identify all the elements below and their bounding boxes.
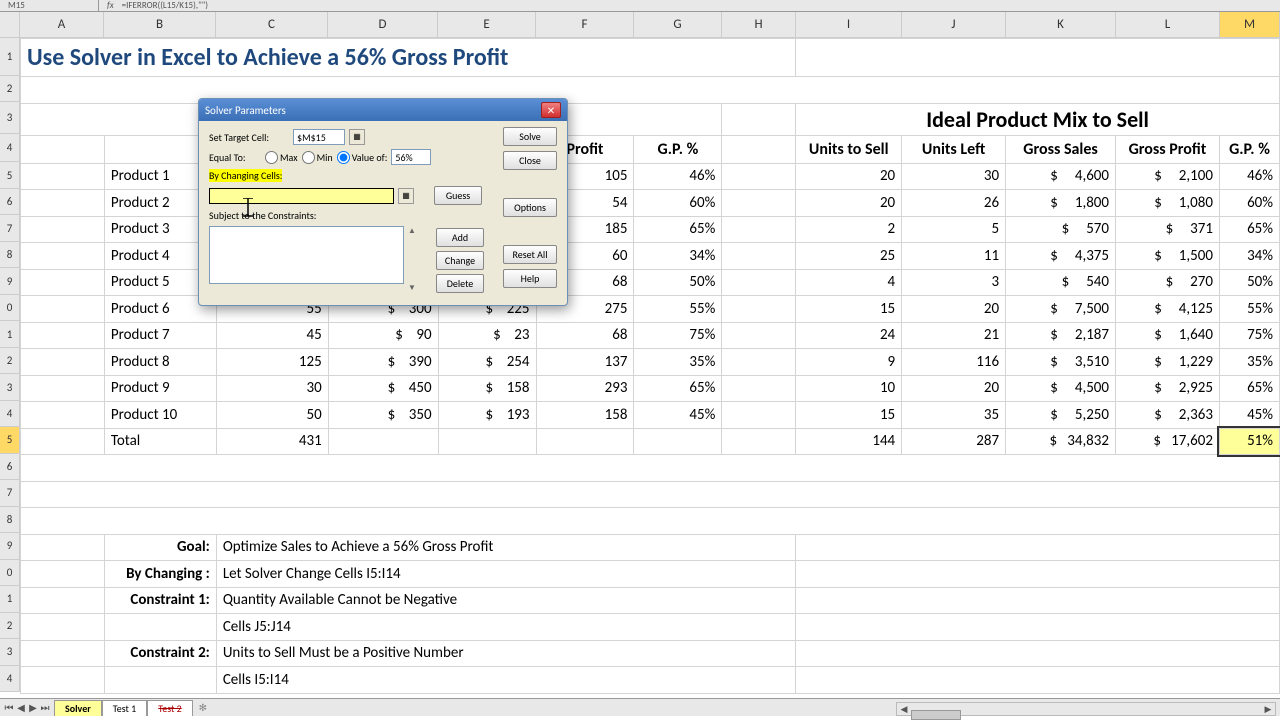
radio-value-of[interactable]: Value of: bbox=[337, 151, 388, 164]
row-14[interactable]: 4 bbox=[0, 401, 20, 427]
formula-text[interactable]: =IFERROR((L15/K15),"") bbox=[122, 0, 208, 11]
value-of-input[interactable] bbox=[391, 149, 431, 165]
by-changing-input[interactable] bbox=[209, 188, 394, 204]
scroll-left-icon[interactable]: ◀ bbox=[897, 704, 911, 715]
delete-button[interactable]: Delete bbox=[436, 274, 484, 293]
row-15[interactable]: 5 bbox=[0, 427, 20, 453]
row-6[interactable]: 6 bbox=[0, 189, 20, 215]
close-icon[interactable]: ✕ bbox=[541, 102, 561, 118]
col-D[interactable]: D bbox=[328, 12, 438, 38]
by-changing-label: By Changing Cells: bbox=[209, 169, 282, 182]
row-7[interactable]: 7 bbox=[0, 215, 20, 241]
change-button[interactable]: Change bbox=[436, 251, 484, 270]
row-21[interactable]: 1 bbox=[0, 586, 20, 612]
total-row: Total 431 144 287 $ 34,832 $ 17,602 51% bbox=[21, 428, 1280, 455]
name-box[interactable]: M15 bbox=[4, 0, 99, 11]
row-19[interactable]: 9 bbox=[0, 533, 20, 559]
ref-picker-icon-2[interactable]: ▦ bbox=[398, 188, 414, 204]
row-9[interactable]: 9 bbox=[0, 268, 20, 294]
row-12[interactable]: 2 bbox=[0, 348, 20, 374]
row-headers: 1 2 3 4 5 6 7 8 9 0 1 2 3 4 5 6 7 8 9 0 … bbox=[0, 38, 20, 692]
active-cell[interactable]: 51% bbox=[1219, 428, 1279, 455]
row-22[interactable]: 2 bbox=[0, 613, 20, 639]
tab-solver[interactable]: Solver bbox=[54, 700, 102, 716]
col-B[interactable]: B bbox=[104, 12, 216, 38]
col-F[interactable]: F bbox=[536, 12, 634, 38]
hdr-units-sell: Units to Sell bbox=[796, 135, 902, 163]
options-button[interactable]: Options bbox=[503, 198, 557, 217]
subject-label: Subject to the Constraints: bbox=[209, 209, 316, 222]
table-row: Product 9 30 $ 450 $ 158 293 65% 10 20 $… bbox=[21, 375, 1280, 402]
row-4[interactable]: 4 bbox=[0, 134, 20, 162]
table-row: Product 7 45 $ 90 $ 23 68 75% 24 21 $ 2,… bbox=[21, 322, 1280, 349]
col-J[interactable]: J bbox=[902, 12, 1006, 38]
col-A[interactable]: A bbox=[20, 12, 104, 38]
ideal-header: Ideal Product Mix to Sell bbox=[796, 103, 1280, 135]
row-10[interactable]: 0 bbox=[0, 295, 20, 321]
row-1[interactable]: 1 bbox=[0, 38, 20, 76]
radio-max[interactable]: Max bbox=[265, 151, 298, 164]
equal-to-label: Equal To: bbox=[209, 151, 261, 164]
dialog-title: Solver Parameters bbox=[205, 104, 286, 117]
row-16[interactable]: 6 bbox=[0, 454, 20, 480]
fx-icon[interactable]: fx bbox=[99, 0, 122, 11]
help-button[interactable]: Help bbox=[503, 269, 557, 288]
solver-dialog[interactable]: Solver Parameters ✕ Solve Close Options … bbox=[198, 98, 568, 306]
row-3[interactable]: 3 bbox=[0, 102, 20, 134]
row-18[interactable]: 8 bbox=[0, 507, 20, 533]
tab-nav[interactable]: ⏮◀▶⏭ bbox=[0, 701, 54, 714]
tab-test2[interactable]: Test 2 bbox=[147, 700, 192, 716]
row-11[interactable]: 1 bbox=[0, 321, 20, 347]
solve-button[interactable]: Solve bbox=[503, 127, 557, 146]
horizontal-scrollbar[interactable]: ◀ ▶ bbox=[896, 702, 1276, 716]
col-E[interactable]: E bbox=[438, 12, 536, 38]
row-24[interactable]: 4 bbox=[0, 666, 20, 692]
hdr-gross-profit: Gross Profit bbox=[1116, 135, 1220, 163]
close-button[interactable]: Close bbox=[503, 151, 557, 170]
formula-bar: M15 fx =IFERROR((L15/K15),"") bbox=[0, 0, 1280, 12]
row-23[interactable]: 3 bbox=[0, 639, 20, 665]
target-cell-input[interactable] bbox=[293, 129, 345, 145]
radio-min[interactable]: Min bbox=[302, 151, 333, 164]
guess-button[interactable]: Guess bbox=[434, 186, 482, 205]
row-20[interactable]: 0 bbox=[0, 560, 20, 586]
scroll-thumb[interactable] bbox=[911, 710, 961, 720]
scroll-right-icon[interactable]: ▶ bbox=[1261, 704, 1275, 715]
row-17[interactable]: 7 bbox=[0, 480, 20, 506]
col-M[interactable]: M bbox=[1220, 12, 1280, 38]
target-cell-label: Set Target Cell: bbox=[209, 131, 289, 144]
hdr-gp2: G.P. % bbox=[1219, 135, 1279, 163]
col-I[interactable]: I bbox=[796, 12, 902, 38]
column-headers: A B C D E F G H I J K L M bbox=[0, 12, 1280, 38]
col-G[interactable]: G bbox=[634, 12, 722, 38]
new-sheet-icon[interactable]: ✻ bbox=[193, 701, 213, 714]
row-13[interactable]: 3 bbox=[0, 374, 20, 400]
tab-test1[interactable]: Test 1 bbox=[102, 700, 147, 716]
table-row: Product 10 50 $ 350 $ 193 158 45% 15 35 … bbox=[21, 402, 1280, 429]
table-row: Product 8 125 $ 390 $ 254 137 35% 9 116 … bbox=[21, 349, 1280, 376]
row-5[interactable]: 5 bbox=[0, 162, 20, 188]
col-K[interactable]: K bbox=[1006, 12, 1116, 38]
select-all-corner[interactable] bbox=[0, 12, 20, 38]
hdr-units-left: Units Left bbox=[902, 135, 1006, 163]
row-2[interactable]: 2 bbox=[0, 76, 20, 102]
ref-picker-icon[interactable]: ▦ bbox=[349, 129, 365, 145]
dialog-titlebar[interactable]: Solver Parameters ✕ bbox=[199, 99, 567, 121]
hdr-gp: G.P. % bbox=[634, 135, 722, 163]
add-button[interactable]: Add bbox=[436, 228, 484, 247]
col-C[interactable]: C bbox=[216, 12, 328, 38]
col-H[interactable]: H bbox=[722, 12, 796, 38]
hdr-gross-sales: Gross Sales bbox=[1006, 135, 1116, 163]
reset-all-button[interactable]: Reset All bbox=[503, 245, 557, 264]
page-title: Use Solver in Excel to Achieve a 56% Gro… bbox=[21, 39, 796, 77]
constraints-listbox[interactable] bbox=[209, 226, 404, 284]
row-8[interactable]: 8 bbox=[0, 242, 20, 268]
col-L[interactable]: L bbox=[1116, 12, 1220, 38]
